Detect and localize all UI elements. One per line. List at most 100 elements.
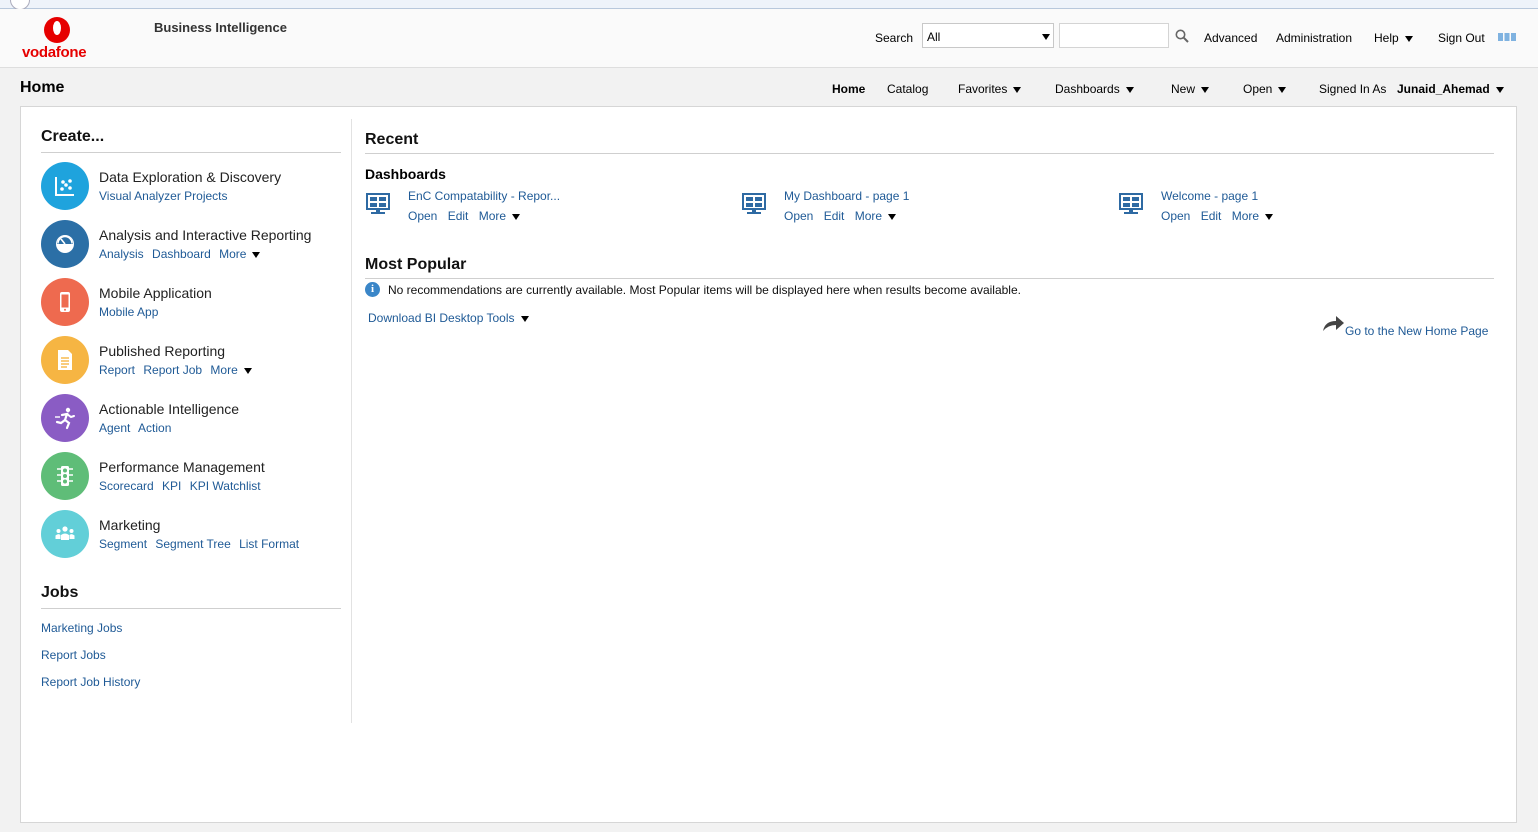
create-link[interactable]: Analysis (99, 247, 144, 261)
create-link[interactable]: Action (138, 421, 171, 435)
create-item-name[interactable]: Mobile Application (99, 285, 212, 301)
create-item-name[interactable]: Published Reporting (99, 343, 225, 359)
nav-catalog[interactable]: Catalog (887, 82, 928, 96)
search-scope-select[interactable]: All (922, 23, 1054, 48)
nav-open[interactable]: Open (1243, 82, 1287, 96)
create-link[interactable]: Report (99, 363, 135, 377)
nav-favorites[interactable]: Favorites (958, 82, 1022, 96)
help-label: Help (1374, 31, 1399, 45)
nav-new[interactable]: New (1171, 82, 1210, 96)
info-icon: i (365, 282, 380, 297)
more-menu[interactable]: More (219, 247, 261, 261)
more-label: More (1231, 209, 1260, 223)
accessibility-icon[interactable] (1498, 33, 1516, 41)
more-menu[interactable]: More (479, 209, 521, 223)
create-link[interactable]: Dashboard (152, 247, 211, 261)
user-menu[interactable]: Junaid_Ahemad (1397, 82, 1504, 96)
chevron-down-icon (888, 213, 897, 220)
vodafone-speechmark-icon (44, 17, 70, 43)
share-arrow-icon (1323, 316, 1344, 331)
recent-title: Recent (365, 131, 419, 148)
create-item-data-exploration[interactable] (41, 162, 89, 210)
edit-link[interactable]: Edit (824, 209, 845, 223)
chevron-down-icon (1013, 86, 1022, 93)
username: Junaid_Ahemad (1397, 82, 1490, 96)
job-link-report-job-history[interactable]: Report Job History (41, 675, 140, 689)
edit-link[interactable]: Edit (1201, 209, 1222, 223)
chevron-down-icon (520, 315, 529, 322)
create-link[interactable]: Report Job (143, 363, 202, 377)
create-link[interactable]: Visual Analyzer Projects (99, 189, 228, 203)
create-item-name[interactable]: Data Exploration & Discovery (99, 169, 281, 185)
chevron-down-icon (512, 213, 521, 220)
create-item-actionable-intelligence[interactable] (41, 394, 89, 442)
create-item-name[interactable]: Marketing (99, 517, 160, 533)
open-link[interactable]: Open (408, 209, 437, 223)
create-item-name[interactable]: Actionable Intelligence (99, 401, 239, 417)
create-item-marketing[interactable] (41, 510, 89, 558)
create-item-mobile[interactable] (41, 278, 89, 326)
more-menu[interactable]: More (1231, 209, 1274, 223)
create-rule (41, 152, 341, 153)
chevron-down-icon (1404, 35, 1413, 42)
create-title: Create... (41, 128, 105, 145)
app-title: Business Intelligence (154, 20, 287, 35)
job-link-report-jobs[interactable]: Report Jobs (41, 648, 106, 662)
create-link[interactable]: KPI (162, 479, 181, 493)
search-label: Search (875, 31, 914, 45)
go-to-new-home-page-link[interactable]: Go to the New Home Page (1345, 324, 1488, 338)
chevron-down-icon (1278, 86, 1287, 93)
nav-open-label: Open (1243, 82, 1273, 96)
create-item-analysis[interactable] (41, 220, 89, 268)
more-menu[interactable]: More (855, 209, 897, 223)
dashboard-icon (1119, 193, 1143, 214)
nav-new-label: New (1171, 82, 1196, 96)
help-menu[interactable]: Help (1374, 31, 1413, 45)
vodafone-logo[interactable]: vodafone (22, 17, 92, 63)
chevron-down-icon (1495, 86, 1504, 93)
most-popular-message: No recommendations are currently availab… (388, 283, 1021, 297)
most-popular-title: Most Popular (365, 256, 467, 273)
create-item-name[interactable]: Analysis and Interactive Reporting (99, 227, 311, 243)
recent-dashboard-title[interactable]: EnC Compatability - Repor... (408, 189, 560, 203)
download-bi-desktop-tools-menu[interactable]: Download BI Desktop Tools (368, 311, 529, 325)
create-link[interactable]: Mobile App (99, 305, 158, 319)
create-link[interactable]: KPI Watchlist (190, 479, 261, 493)
recent-dashboard-title[interactable]: My Dashboard - page 1 (784, 189, 909, 203)
create-item-published-reporting[interactable] (41, 336, 89, 384)
create-link[interactable]: Agent (99, 421, 130, 435)
chevron-down-icon (252, 251, 261, 258)
create-link[interactable]: Segment Tree (155, 537, 230, 551)
column-divider (351, 119, 352, 723)
chevron-down-icon (243, 367, 252, 374)
advanced-link[interactable]: Advanced (1204, 31, 1257, 45)
create-item-performance-management[interactable] (41, 452, 89, 500)
administration-link[interactable]: Administration (1276, 31, 1352, 45)
recent-dashboard-title[interactable]: Welcome - page 1 (1161, 189, 1258, 203)
logo-text: vodafone (22, 44, 87, 61)
search-icon[interactable] (1175, 29, 1189, 43)
more-label: More (219, 247, 247, 261)
traffic-light-icon (57, 466, 73, 486)
nav-favorites-label: Favorites (958, 82, 1008, 96)
nav-dashboards-label: Dashboards (1055, 82, 1120, 96)
more-label: More (210, 363, 238, 377)
chevron-down-icon (1265, 213, 1274, 220)
more-menu[interactable]: More (210, 363, 252, 377)
nav-dashboards[interactable]: Dashboards (1055, 82, 1134, 96)
chevron-down-icon (1201, 86, 1210, 93)
search-input[interactable] (1059, 23, 1169, 48)
create-item-name[interactable]: Performance Management (99, 459, 265, 475)
job-link-marketing[interactable]: Marketing Jobs (41, 621, 122, 635)
sign-out-link[interactable]: Sign Out (1438, 31, 1485, 45)
running-person-icon (55, 407, 75, 430)
open-link[interactable]: Open (784, 209, 813, 223)
people-group-icon (55, 526, 75, 540)
nav-home[interactable]: Home (832, 82, 865, 96)
edit-link[interactable]: Edit (448, 209, 469, 223)
mobile-phone-icon (60, 292, 70, 312)
open-link[interactable]: Open (1161, 209, 1190, 223)
create-link[interactable]: Segment (99, 537, 147, 551)
create-link[interactable]: List Format (239, 537, 299, 551)
create-link[interactable]: Scorecard (99, 479, 154, 493)
